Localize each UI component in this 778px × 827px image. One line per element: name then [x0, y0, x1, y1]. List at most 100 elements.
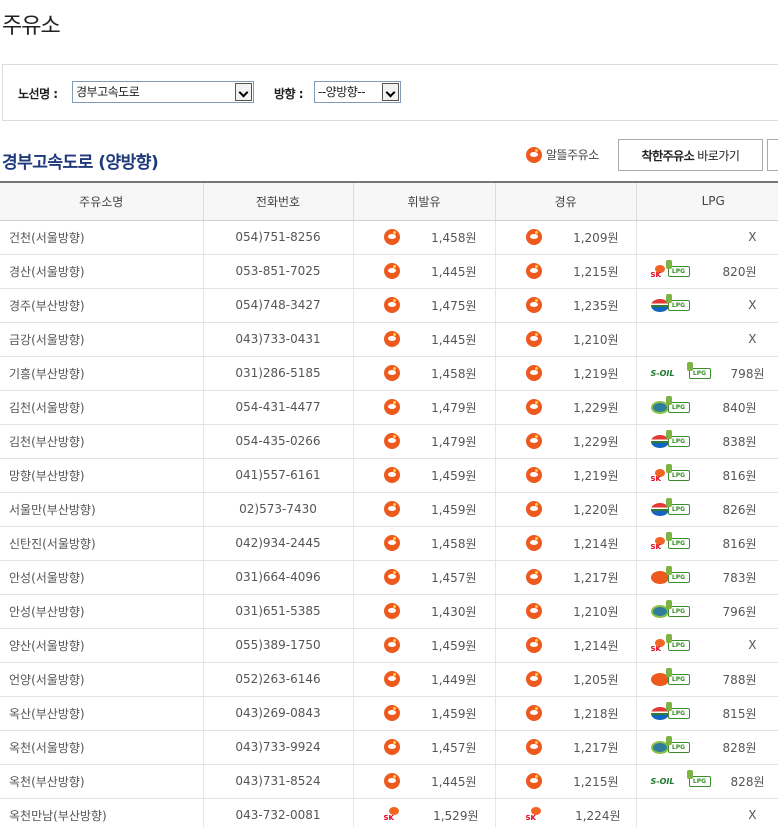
diesel-price: 1,210원	[573, 332, 619, 347]
alttul-icon	[383, 671, 400, 687]
gasoline-price: 1,458원	[431, 230, 477, 245]
table-row[interactable]: 경산(서울방향)053-851-7025 1,445원 1,215원 LPG 820원	[0, 254, 778, 289]
alttul-icon	[383, 229, 400, 245]
page-title: 주유소	[2, 14, 61, 39]
lpg-price: 796원	[722, 604, 757, 619]
lpg-price: 838원	[722, 434, 757, 449]
header-name: 주유소명	[0, 181, 203, 221]
station-tel: 054)751-8256	[202, 220, 353, 255]
gasoline-price: 1,449원	[431, 672, 477, 687]
diesel-cell: 1,217원	[494, 730, 636, 765]
alttul-icon	[383, 535, 400, 551]
gasoline-cell: 1,529원	[352, 798, 495, 827]
station-name: 양산(서울방향)	[0, 628, 203, 663]
chevron-down-icon[interactable]	[235, 83, 252, 101]
gasoline-cell: 1,457원	[352, 560, 495, 595]
good-station-button[interactable]: 착한주유소 바로가기	[618, 139, 763, 171]
lpg-price: 788원	[722, 672, 757, 687]
table-row[interactable]: 옥천(부산방향) 043)731-8524 1,445원 1,215원 S-OIL LPG…	[0, 764, 778, 799]
lpg-cell: LPG 820원	[635, 254, 778, 289]
good-station-button-bold: 착한주유소	[641, 148, 695, 163]
route-label: 노선명 :	[18, 87, 58, 101]
table-row[interactable]: 서울만(부산방향) 02)573-7430 1,459원 1,220원 LPG 826원	[0, 492, 778, 527]
route-select[interactable]: 경부고속도로	[72, 81, 254, 103]
lpg-price: X	[748, 332, 757, 346]
station-name: 경주(부산방향)	[0, 288, 203, 323]
lpg-cell: LPG 828원	[635, 730, 778, 765]
lpg-price: 816원	[722, 468, 757, 483]
extra-button[interactable]	[767, 139, 778, 171]
lpg-price: 815원	[722, 706, 757, 721]
station-name: 김천(부산방향)	[0, 424, 203, 459]
lpg-price: X	[748, 230, 757, 244]
lpg-price: 820원	[722, 264, 757, 279]
gasoline-cell: 1,475원	[352, 288, 495, 323]
alttul-icon	[525, 603, 542, 619]
table-row[interactable]: 김천(부산방향) 054-435-0266 1,479원 1,229원 LPG 838원	[0, 424, 778, 459]
station-tel: 054-435-0266	[202, 424, 353, 459]
gasoline-price: 1,457원	[431, 570, 477, 585]
table-row[interactable]: 기흥(부산방향) 031)286-5185 1,458원 1,219원 S-OIL LPG…	[0, 356, 778, 391]
table-row[interactable]: 망향(부산방향)041)557-6161 1,459원 1,219원 LPG 816원	[0, 458, 778, 493]
station-name: 금강(서울방향)	[0, 322, 203, 357]
header-tel: 전화번호	[202, 181, 353, 221]
sk-lpg-icon: LPG	[651, 260, 695, 281]
lpg-price: 783원	[722, 570, 757, 585]
station-tel: 043)733-0431	[202, 322, 353, 357]
direction-select[interactable]: --양방향--	[314, 81, 401, 103]
gasoline-price: 1,479원	[431, 400, 477, 415]
station-tel: 052)263-6146	[202, 662, 353, 697]
table-row[interactable]: 안성(서울방향) 031)664-4096 1,457원 1,217원 LPG 783원	[0, 560, 778, 595]
diesel-price: 1,217원	[573, 570, 619, 585]
diesel-cell: 1,219원	[494, 458, 636, 493]
gasoline-cell: 1,458원	[352, 220, 495, 255]
alttul-icon	[383, 263, 400, 279]
diesel-price: 1,215원	[573, 774, 619, 789]
diesel-price: 1,219원	[573, 468, 619, 483]
alttul-icon	[525, 467, 542, 483]
diesel-price: 1,215원	[573, 264, 619, 279]
gasoline-price: 1,445원	[431, 264, 477, 279]
alttul-icon	[525, 773, 542, 789]
table-body: 건천(서울방향) 054)751-8256 1,458원 1,209원 X 경산(서울방향…	[0, 220, 778, 827]
station-name: 신탄진(서울방향)	[0, 526, 203, 561]
table-row[interactable]: 신탄진(서울방향)042)934-2445 1,458원 1,214원 LPG 816원	[0, 526, 778, 561]
table-row[interactable]: 경주(부산방향) 054)748-3427 1,475원 1,235원 LPG X	[0, 288, 778, 323]
alttul-icon	[525, 229, 542, 245]
gasoline-price: 1,459원	[431, 638, 477, 653]
lpg-price: 828원	[730, 774, 765, 789]
lpg-cell: X	[635, 798, 778, 827]
lpg-cell: LPG 816원	[635, 526, 778, 561]
gasoline-cell: 1,449원	[352, 662, 495, 697]
diesel-cell: 1,229원	[494, 424, 636, 459]
gasoline-cell: 1,458원	[352, 526, 495, 561]
table-row[interactable]: 금강(서울방향) 043)733-0431 1,445원 1,210원 X	[0, 322, 778, 357]
gasoline-cell: 1,459원	[352, 696, 495, 731]
table-row[interactable]: 옥천(서울방향) 043)733-9924 1,457원 1,217원 LPG 828원	[0, 730, 778, 765]
table-row[interactable]: 언양(서울방향) 052)263-6146 1,449원 1,205원 LPG 788원	[0, 662, 778, 697]
table-row[interactable]: 안성(부산방향) 031)651-5385 1,430원 1,210원 LPG 796원	[0, 594, 778, 629]
diesel-cell: 1,229원	[494, 390, 636, 425]
table-row[interactable]: 옥천만남(부산방향)043-732-0081 1,529원 1,224원 X	[0, 798, 778, 827]
table-row[interactable]: 김천(서울방향) 054-431-4477 1,479원 1,229원 LPG 840원	[0, 390, 778, 425]
diesel-cell: 1,220원	[494, 492, 636, 527]
diesel-price: 1,209원	[573, 230, 619, 245]
table-row[interactable]: 건천(서울방향) 054)751-8256 1,458원 1,209원 X	[0, 220, 778, 255]
oilbank-lpg-icon: LPG	[650, 498, 695, 519]
station-name: 안성(서울방향)	[0, 560, 203, 595]
station-name: 안성(부산방향)	[0, 594, 203, 629]
station-tel: 02)573-7430	[202, 492, 353, 527]
alttul-icon	[525, 671, 542, 687]
header-diesel: 경유	[494, 181, 636, 221]
alttul-icon	[525, 501, 542, 517]
gasoline-price: 1,475원	[431, 298, 477, 313]
oilbank-lpg-icon: LPG	[650, 702, 695, 723]
gasoline-cell: 1,457원	[352, 730, 495, 765]
diesel-cell: 1,217원	[494, 560, 636, 595]
table-row[interactable]: 양산(서울방향)055)389-1750 1,459원 1,214원 LPG X	[0, 628, 778, 663]
alttul-icon	[525, 331, 542, 347]
lpg-cell: LPG X	[635, 628, 778, 663]
chevron-down-icon[interactable]	[382, 83, 399, 101]
table-row[interactable]: 옥산(부산방향) 043)269-0843 1,459원 1,218원 LPG 815원	[0, 696, 778, 731]
good-station-button-rest: 바로가기	[697, 148, 740, 163]
